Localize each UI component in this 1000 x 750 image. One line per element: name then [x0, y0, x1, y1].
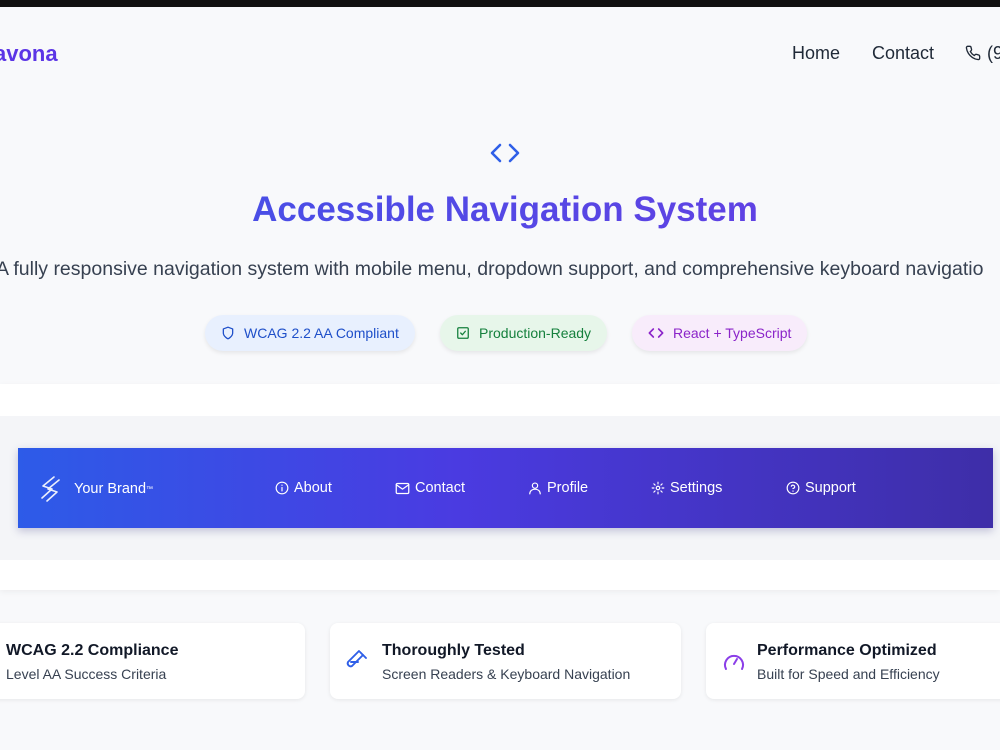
code-icon [489, 140, 521, 171]
brand-logo-icon [41, 476, 60, 502]
info-icon [275, 481, 289, 495]
badge-label: React + TypeScript [673, 325, 792, 341]
demo-nav-label: Settings [670, 480, 723, 496]
demo-navbar: Your Brand ™ About Contact Profile Settin… [18, 448, 993, 528]
badge-production: Production-Ready [440, 315, 608, 351]
demo-brand-label: Your Brand [74, 481, 147, 497]
phone-label: (9 [987, 43, 1000, 63]
demo-nav-profile[interactable]: Profile [528, 480, 588, 496]
feature-subtitle: Built for Speed and Efficiency [757, 666, 940, 682]
trademark-mark: ™ [146, 485, 154, 493]
feature-title: WCAG 2.2 Compliance [6, 642, 179, 659]
feature-subtitle: Level AA Success Criteria [6, 666, 167, 682]
hero-title: Accessible Navigation System [0, 190, 1000, 230]
feature-card-tested: Thoroughly Tested Screen Readers & Keybo… [330, 623, 681, 699]
hero-subtitle: A fully responsive navigation system wit… [0, 258, 984, 280]
gear-icon [651, 481, 665, 495]
mail-icon [395, 482, 410, 494]
user-icon [529, 482, 541, 495]
feature-card-performance: Performance Optimized Built for Speed an… [706, 623, 1000, 699]
badge-row: WCAG 2.2 AA Compliant Production-Ready R… [0, 315, 1000, 355]
badge-label: Production-Ready [479, 325, 592, 341]
test-tube-icon [345, 649, 369, 678]
site-logo[interactable]: avona [0, 41, 58, 67]
demo-nav-settings[interactable]: Settings [651, 480, 722, 496]
code-icon [648, 328, 664, 338]
shield-icon [222, 326, 234, 340]
phone-icon [965, 45, 981, 61]
demo-brand-link[interactable]: Your Brand ™ [38, 474, 153, 504]
gauge-icon [722, 651, 746, 678]
feature-title: Performance Optimized [757, 642, 937, 659]
demo-nav-label: Support [805, 480, 856, 496]
help-circle-icon [786, 481, 800, 495]
window-top-border [0, 0, 1000, 7]
demo-nav-about[interactable]: About [275, 480, 332, 496]
demo-nav-label: Profile [547, 480, 589, 496]
feature-subtitle: Screen Readers & Keyboard Navigation [382, 666, 631, 682]
demo-nav-contact[interactable]: Contact [395, 480, 465, 496]
feature-card-wcag: WCAG 2.2 Compliance Level AA Success Cri… [0, 623, 305, 699]
badge-wcag: WCAG 2.2 AA Compliant [205, 315, 415, 351]
site-header: avona Home Contact (9 [0, 7, 1000, 97]
badge-react: React + TypeScript [632, 315, 808, 351]
demo-panel: Your Brand ™ About Contact Profile Settin… [0, 416, 1000, 560]
feature-title: Thoroughly Tested [382, 642, 525, 659]
demo-nav-label: About [294, 480, 332, 496]
demo-section: Your Brand ™ About Contact Profile Settin… [0, 384, 1000, 590]
check-square-icon [457, 327, 469, 339]
nav-phone-link[interactable]: (9 [965, 43, 1000, 64]
badge-label: WCAG 2.2 AA Compliant [244, 325, 399, 341]
demo-nav-support[interactable]: Support [786, 480, 856, 496]
demo-nav-label: Contact [415, 480, 465, 496]
nav-home-link[interactable]: Home [792, 43, 840, 64]
nav-contact-link[interactable]: Contact [872, 43, 934, 64]
